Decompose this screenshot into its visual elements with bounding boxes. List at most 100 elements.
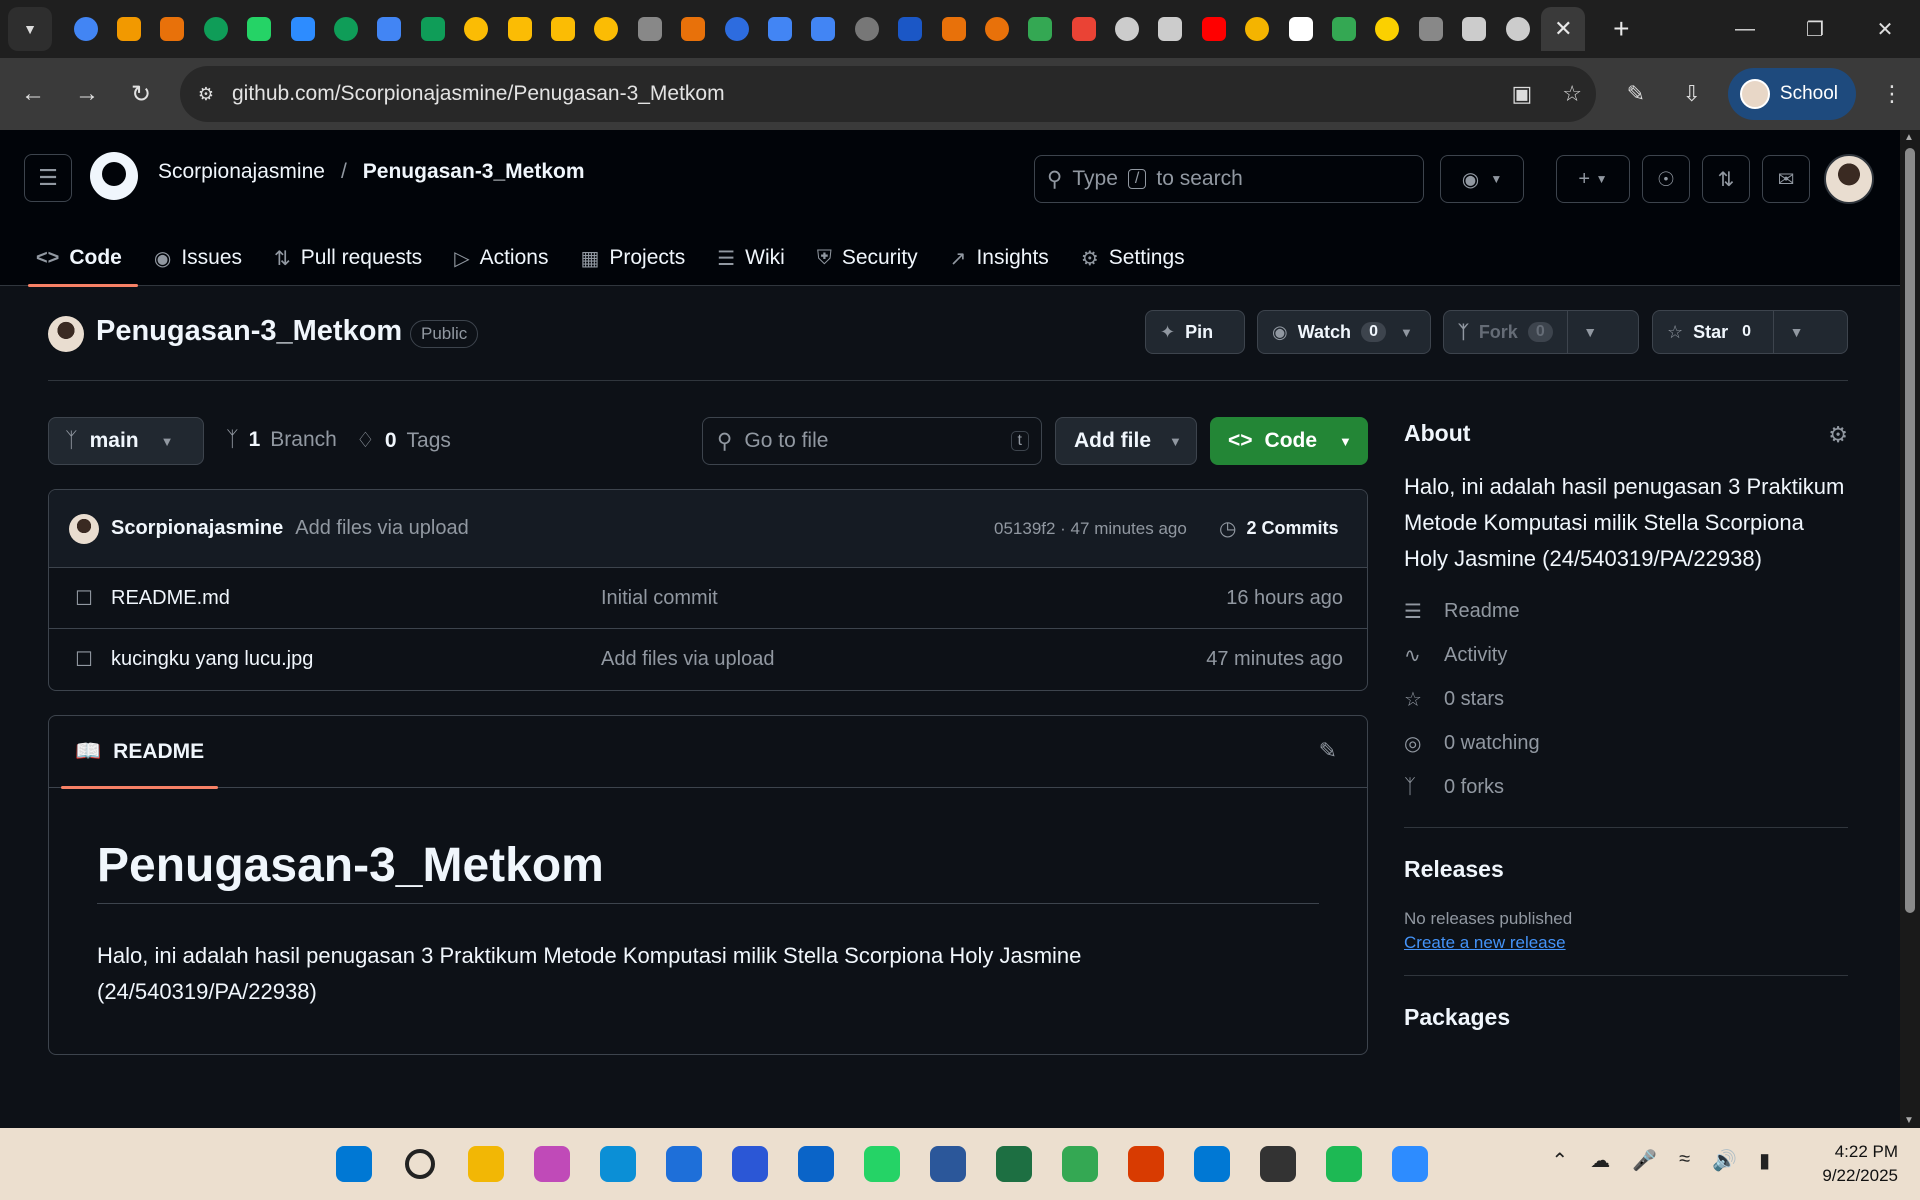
taskbar-app[interactable] <box>724 1138 776 1190</box>
browser-tab[interactable] <box>281 9 324 49</box>
about-stat-link[interactable]: ◎ 0 watching <box>1404 721 1848 765</box>
browser-tab[interactable] <box>1149 9 1192 49</box>
gear-icon[interactable]: ⚙ <box>1828 422 1848 448</box>
create-release-link[interactable]: Create a new release <box>1404 933 1566 953</box>
go-to-file-input[interactable]: ⚲ Go to file t <box>702 417 1042 465</box>
user-avatar[interactable] <box>1824 154 1874 204</box>
commit-hash-time[interactable]: 05139f2 · 47 minutes ago <box>994 519 1187 539</box>
github-logo-icon[interactable] <box>90 152 138 200</box>
taskbar-app[interactable] <box>922 1138 974 1190</box>
taskbar-app[interactable] <box>1384 1138 1436 1190</box>
browser-tab[interactable] <box>628 9 671 49</box>
taskbar-app[interactable] <box>526 1138 578 1190</box>
fork-dropdown[interactable]: ▼ <box>1566 311 1613 353</box>
browser-tab[interactable] <box>1322 9 1365 49</box>
browser-tab[interactable] <box>585 9 628 49</box>
browser-tab[interactable] <box>411 9 454 49</box>
page-scrollbar[interactable]: ▲ ▼ <box>1900 130 1920 1128</box>
new-tab-button[interactable]: + <box>1599 7 1643 51</box>
breadcrumb-owner[interactable]: Scorpionajasmine <box>158 160 325 184</box>
browser-tab[interactable] <box>888 9 931 49</box>
url-text[interactable]: github.com/Scorpionajasmine/Penugasan-3_… <box>232 82 725 106</box>
taskbar-app[interactable] <box>592 1138 644 1190</box>
file-commit-message[interactable]: Initial commit <box>601 587 718 610</box>
browser-tab[interactable] <box>107 9 150 49</box>
browser-tab[interactable] <box>64 9 107 49</box>
back-button[interactable]: ← <box>6 67 60 121</box>
taskbar-app[interactable] <box>460 1138 512 1190</box>
menu-button[interactable]: ☰ <box>24 154 72 202</box>
tags-link[interactable]: ♢ 0 Tags <box>356 428 451 453</box>
bookmark-star-icon[interactable]: ☆ <box>1562 81 1582 107</box>
commits-link[interactable]: ◷ 2 Commits <box>1219 516 1338 541</box>
about-stat-link[interactable]: ᛉ 0 forks <box>1404 765 1848 809</box>
search-input[interactable]: ⚲ Type / to search <box>1034 155 1424 203</box>
breadcrumb-repo[interactable]: Penugasan-3_Metkom <box>363 160 585 184</box>
taskbar-search-button[interactable] <box>394 1138 446 1190</box>
file-name[interactable]: README.md <box>111 587 230 610</box>
browser-tab[interactable] <box>151 9 194 49</box>
browser-tab[interactable] <box>1236 9 1279 49</box>
browser-tab[interactable] <box>1453 9 1496 49</box>
tab-settings[interactable]: ⚙ Settings <box>1065 230 1201 286</box>
taskbar-app[interactable] <box>1318 1138 1370 1190</box>
issues-button[interactable]: ☉ <box>1642 155 1690 203</box>
tab-actions[interactable]: ▷ Actions <box>438 230 564 286</box>
browser-tab[interactable] <box>498 9 541 49</box>
browser-tab[interactable] <box>975 9 1018 49</box>
about-stat-link[interactable]: ∿ Activity <box>1404 633 1848 677</box>
taskbar-app[interactable] <box>856 1138 908 1190</box>
restore-button[interactable]: ❐ <box>1780 0 1850 58</box>
start-button[interactable] <box>328 1138 380 1190</box>
commit-author[interactable]: Scorpionajasmine <box>111 517 283 540</box>
tab-search-button[interactable]: ▼ <box>8 7 52 51</box>
browser-tab[interactable] <box>194 9 237 49</box>
tab-wiki[interactable]: ☰ Wiki <box>701 230 801 286</box>
forward-button[interactable]: → <box>60 67 114 121</box>
taskbar-app[interactable] <box>1054 1138 1106 1190</box>
browser-tab[interactable] <box>1105 9 1148 49</box>
tab-issues[interactable]: ◉ Issues <box>138 230 258 286</box>
releases-title[interactable]: Releases <box>1404 856 1848 883</box>
scroll-up-icon[interactable]: ▲ <box>1904 132 1914 143</box>
reload-button[interactable]: ↻ <box>114 67 168 121</box>
browser-tab[interactable] <box>541 9 584 49</box>
browser-tab[interactable] <box>324 9 367 49</box>
install-app-icon[interactable]: ▣ <box>1511 81 1532 107</box>
repo-owner-avatar[interactable] <box>48 316 84 352</box>
address-bar[interactable]: ⚙ github.com/Scorpionajasmine/Penugasan-… <box>180 66 1596 122</box>
commit-author-avatar[interactable] <box>69 513 99 544</box>
scrollbar-thumb[interactable] <box>1905 148 1915 913</box>
window-close-button[interactable]: ✕ <box>1850 0 1920 58</box>
taskbar-app[interactable] <box>988 1138 1040 1190</box>
create-new-button[interactable]: + ▼ <box>1556 155 1630 203</box>
chevron-up-icon[interactable]: ⌃ <box>1551 1148 1568 1173</box>
browser-tab[interactable] <box>1192 9 1235 49</box>
branches-link[interactable]: ᛉ 1 Branch <box>226 428 337 452</box>
clock[interactable]: 4:22 PM 9/22/2025 <box>1822 1140 1898 1188</box>
browser-tab[interactable] <box>715 9 758 49</box>
taskbar-app[interactable] <box>1186 1138 1238 1190</box>
commit-message[interactable]: Add files via upload <box>295 517 468 540</box>
about-stat-link[interactable]: ☰ Readme <box>1404 589 1848 633</box>
scroll-down-icon[interactable]: ▼ <box>1904 1115 1914 1126</box>
tab-pull-requests[interactable]: ⇅ Pull requests <box>258 230 438 286</box>
browser-tab[interactable] <box>671 9 714 49</box>
browser-tab[interactable] <box>1279 9 1322 49</box>
taskbar-app[interactable] <box>1252 1138 1304 1190</box>
volume-icon[interactable]: 🔊 <box>1712 1148 1737 1173</box>
readme-tab[interactable]: 📖 README <box>61 716 219 789</box>
browser-tab[interactable] <box>1409 9 1452 49</box>
pin-button[interactable]: ✦ Pin <box>1145 310 1245 354</box>
browser-tab[interactable] <box>1496 9 1539 49</box>
browser-tab[interactable] <box>238 9 281 49</box>
browser-tab[interactable] <box>758 9 801 49</box>
star-button[interactable]: ☆ Star 0 ▼ <box>1652 310 1848 354</box>
wifi-icon[interactable]: ≈ <box>1679 1148 1690 1173</box>
site-info-icon[interactable]: ⚙ <box>180 84 232 105</box>
taskbar-app[interactable] <box>1120 1138 1172 1190</box>
battery-icon[interactable]: ▮ <box>1759 1148 1770 1173</box>
add-file-button[interactable]: Add file ▼ <box>1055 417 1197 465</box>
browser-tab[interactable] <box>1366 9 1409 49</box>
packages-title[interactable]: Packages <box>1404 1004 1848 1031</box>
